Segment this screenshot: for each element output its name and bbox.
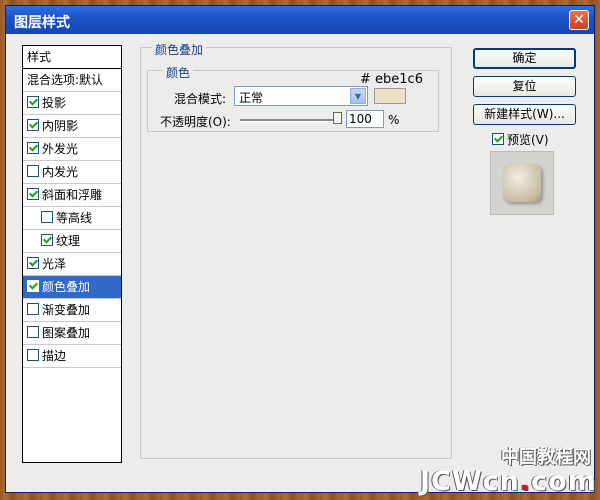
blend-options-item[interactable]: 混合选项:默认 [23, 69, 121, 92]
style-item-label: 颜色叠加 [42, 280, 91, 294]
opacity-slider-handle[interactable] [333, 112, 342, 124]
chevron-down-icon[interactable]: ▼ [350, 88, 366, 104]
watermark-en: JCWcn.com [420, 466, 597, 497]
style-item-label: 纹理 [56, 234, 81, 248]
style-item-label: 外发光 [42, 142, 79, 156]
style-item-label: 图案叠加 [42, 326, 91, 340]
checkbox-icon[interactable] [27, 257, 39, 269]
checkbox-icon[interactable] [27, 303, 39, 315]
reset-button[interactable]: 复位 [473, 76, 576, 97]
style-item-label: 描边 [42, 349, 67, 363]
color-overlay-title: 颜色叠加 [152, 41, 207, 58]
watermark-cn: 中国教程网 [501, 447, 591, 468]
blend-mode-label: 混合模式: [174, 92, 227, 106]
style-item[interactable]: 内发光 [23, 161, 121, 184]
checkbox-icon[interactable] [27, 96, 39, 108]
preview-checkbox[interactable]: 预览(V) [492, 131, 549, 148]
checkbox-icon[interactable] [27, 165, 39, 177]
style-item[interactable]: 渐变叠加 [23, 299, 121, 322]
new-style-button[interactable]: 新建样式(W)... [473, 104, 576, 125]
style-item[interactable]: 光泽 [23, 253, 121, 276]
checkbox-icon[interactable] [41, 234, 53, 246]
ok-button[interactable]: 确定 [473, 48, 576, 69]
opacity-unit: % [388, 113, 400, 127]
watermark-tld: com [531, 466, 597, 497]
style-item-label: 等高线 [56, 211, 93, 225]
opacity-slider[interactable] [240, 119, 340, 122]
style-item[interactable]: 图案叠加 [23, 322, 121, 345]
style-item[interactable]: 斜面和浮雕 [23, 184, 121, 207]
close-button[interactable]: ✕ [569, 10, 589, 30]
style-item-label: 内阴影 [42, 119, 79, 133]
checkbox-icon[interactable] [492, 133, 504, 145]
title-bar[interactable]: 图层样式 ✕ [6, 6, 594, 34]
color-swatch[interactable] [374, 88, 406, 104]
checkbox-icon[interactable] [27, 119, 39, 131]
preview-thumbnail [503, 164, 541, 202]
opacity-input[interactable]: 100 [346, 110, 384, 128]
color-group-title: 颜色 [163, 64, 194, 81]
dialog-title: 图层样式 [14, 15, 70, 31]
checkbox-icon[interactable] [27, 326, 39, 338]
checkbox-icon[interactable] [41, 211, 53, 223]
style-list-header[interactable]: 样式 [23, 46, 121, 69]
blend-mode-select[interactable]: 正常 ▼ [234, 86, 368, 106]
style-item[interactable]: 描边 [23, 345, 121, 368]
checkbox-icon[interactable] [27, 142, 39, 154]
style-item-label: 渐变叠加 [42, 303, 91, 317]
watermark-en-name: JCWcn [420, 466, 520, 497]
style-list: 样式 混合选项:默认 投影内阴影外发光内发光斜面和浮雕等高线纹理光泽颜色叠加渐变… [22, 45, 122, 463]
checkbox-icon[interactable] [27, 349, 39, 361]
style-item-label: 投影 [42, 96, 67, 110]
style-item[interactable]: 外发光 [23, 138, 121, 161]
checkbox-icon[interactable] [27, 188, 39, 200]
hex-color-value: # ebe1c6 [360, 72, 423, 87]
style-item[interactable]: 颜色叠加 [23, 276, 121, 299]
style-item[interactable]: 内阴影 [23, 115, 121, 138]
style-item[interactable]: 投影 [23, 92, 121, 115]
blend-mode-value: 正常 [239, 91, 264, 105]
style-item[interactable]: 纹理 [23, 230, 121, 253]
style-item[interactable]: 等高线 [23, 207, 121, 230]
close-icon: ✕ [573, 12, 585, 28]
preview-label: 预览(V) [507, 133, 549, 147]
watermark-dot: . [519, 466, 532, 497]
style-item-label: 斜面和浮雕 [42, 188, 103, 202]
opacity-label: 不透明度(O): [160, 115, 231, 129]
style-preview [490, 151, 554, 215]
style-item-label: 内发光 [42, 165, 79, 179]
style-item-label: 光泽 [42, 257, 67, 271]
checkbox-icon[interactable] [27, 280, 39, 292]
watermark-logo: 中国教程网 JCWcn.com [420, 447, 597, 498]
